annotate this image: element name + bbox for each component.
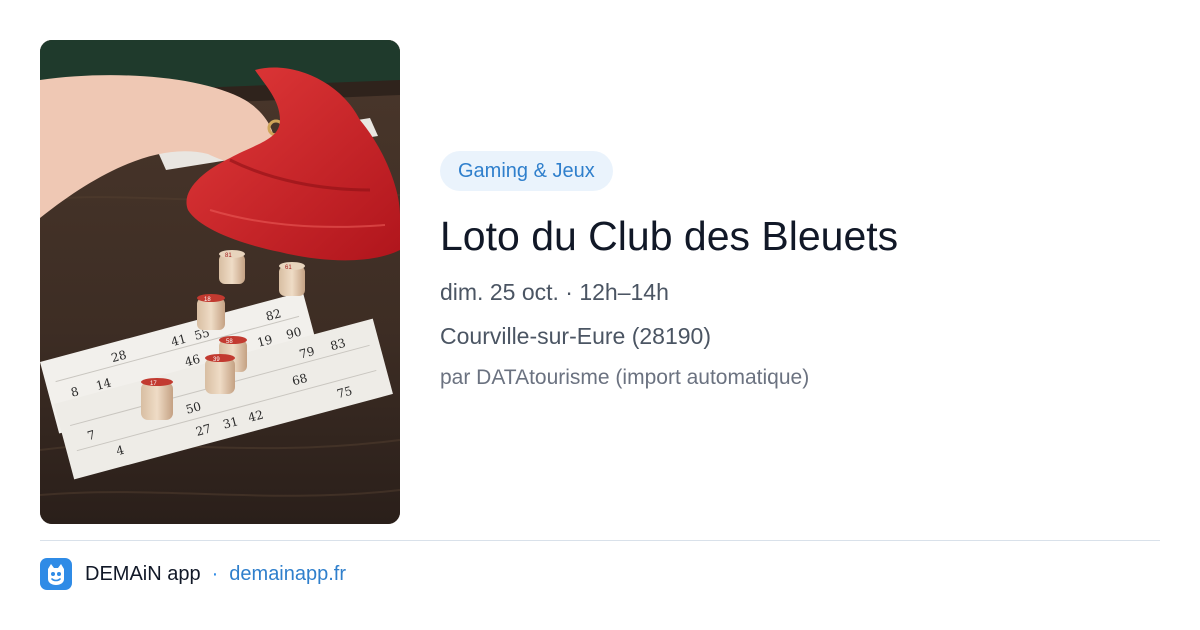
brand-name: DEMAiN app: [85, 562, 201, 585]
event-location: Courville-sur-Eure (28190): [440, 323, 711, 349]
event-info: Gaming & Jeux Loto du Club des Bleuets d…: [440, 151, 1160, 393]
demain-logo-icon: [40, 558, 72, 590]
event-source: par DATAtourisme (import automatique): [440, 366, 810, 389]
footer: DEMAiN app · demainapp.fr: [40, 557, 346, 591]
event-title: Loto du Club des Bleuets: [440, 213, 899, 259]
loto-token: 39: [205, 354, 235, 394]
svg-text:61: 61: [285, 265, 292, 271]
svg-text:17: 17: [150, 381, 157, 387]
event-date-time: dim. 25 oct. · 12h–14h: [440, 279, 669, 305]
footer-divider: [40, 540, 1160, 541]
svg-text:18: 18: [204, 297, 211, 303]
svg-text:58: 58: [226, 339, 233, 345]
loto-token: 61: [279, 262, 305, 296]
loto-token: 81: [219, 250, 245, 284]
svg-text:81: 81: [225, 253, 232, 259]
loto-token: 18: [197, 294, 225, 330]
category-chip[interactable]: Gaming & Jeux: [440, 151, 613, 191]
loto-token: 17: [141, 378, 173, 420]
svg-text:39: 39: [213, 357, 220, 363]
website-link[interactable]: demainapp.fr: [229, 563, 346, 586]
loto-photo-illustration: 28 41 55 82 8 14 46 19 90 6 20 39 65 7 4…: [40, 40, 400, 524]
footer-separator: ·: [211, 562, 219, 585]
event-photo: 28 41 55 82 8 14 46 19 90 6 20 39 65 7 4…: [40, 40, 400, 524]
